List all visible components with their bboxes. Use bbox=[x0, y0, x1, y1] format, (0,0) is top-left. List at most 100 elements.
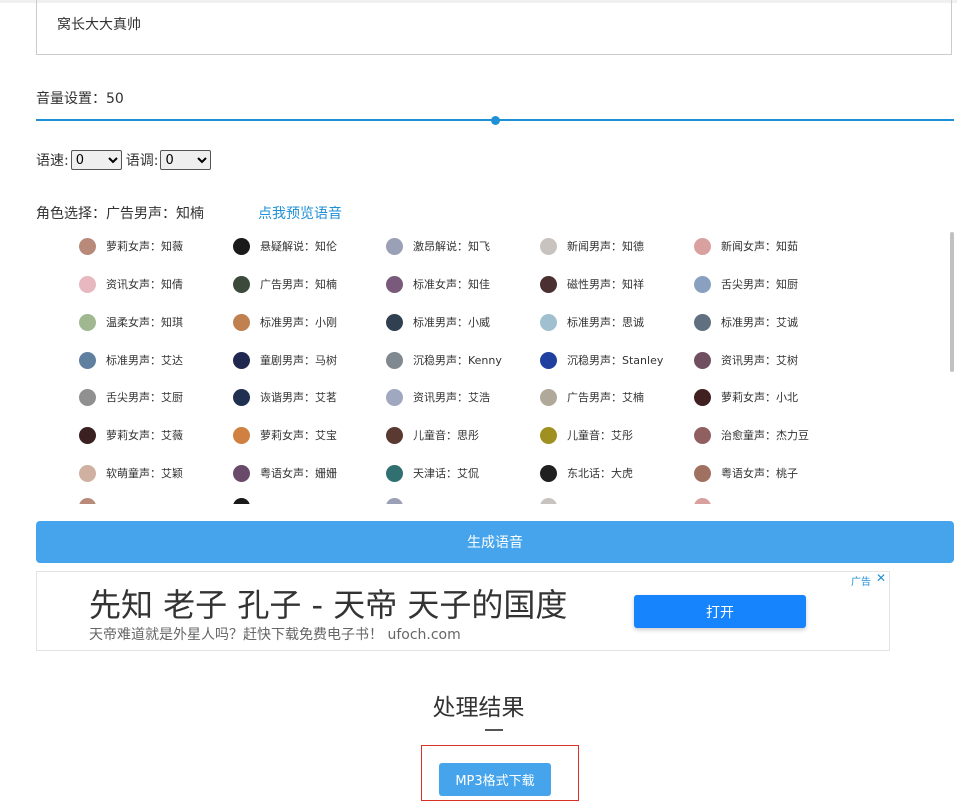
voice-option[interactable]: 沉稳男声：Stanley bbox=[540, 350, 663, 370]
voice-option-label: 激昂解说：知飞 bbox=[413, 240, 490, 253]
voice-option[interactable]: 治愈童声：杰力豆 bbox=[694, 425, 809, 445]
voice-option-label: 温柔女声：知琪 bbox=[106, 316, 183, 329]
voice-option-label: 标准男声：艾达 bbox=[106, 354, 183, 367]
voice-avatar bbox=[386, 313, 403, 331]
voice-option-label: 粤语女声：桃子 bbox=[721, 467, 798, 480]
voice-option[interactable]: 软萌童声：艾颖 bbox=[79, 463, 183, 483]
voice-avatar bbox=[386, 351, 403, 369]
voice-avatar bbox=[386, 388, 403, 406]
voice-option-label: 粤语女声：姗姗 bbox=[260, 467, 337, 480]
voice-avatar bbox=[233, 313, 250, 331]
voice-avatar bbox=[386, 275, 403, 293]
role-current: 广告男声：知楠 bbox=[106, 206, 204, 222]
voice-avatar bbox=[79, 351, 96, 369]
voice-option[interactable]: 儿童音：思彤 bbox=[386, 425, 479, 445]
mp3-download-button[interactable]: MP3格式下载 bbox=[439, 763, 551, 796]
voice-option[interactable]: 天津话：艾侃 bbox=[386, 463, 479, 483]
voice-option[interactable]: 沉稳男声：Kenny bbox=[386, 350, 502, 370]
voice-option[interactable]: 悬疑解说：知伦 bbox=[233, 236, 337, 256]
voice-avatar bbox=[233, 275, 250, 293]
voice-option-label: 资讯男声：艾浩 bbox=[413, 391, 490, 404]
voice-option-label: 东北话：大虎 bbox=[567, 467, 633, 480]
voice-option[interactable]: 标准男声：思诚 bbox=[540, 312, 644, 332]
voice-avatar bbox=[79, 237, 96, 255]
voice-option-label: 萝莉女声：艾宝 bbox=[260, 429, 337, 442]
voice-option[interactable]: 激昂解说：知飞 bbox=[386, 236, 490, 256]
voice-avatar bbox=[694, 498, 711, 504]
ad-close-icon[interactable]: ✕ bbox=[876, 571, 886, 585]
voice-option[interactable]: 萝莉女声：艾宝 bbox=[233, 425, 337, 445]
voice-option[interactable]: 资讯男声：艾浩 bbox=[386, 387, 490, 407]
text-input[interactable]: 窝长大大真帅 bbox=[36, 0, 952, 55]
voice-option-label: 沉稳男声：Kenny bbox=[413, 354, 502, 367]
voice-option-label: 诙谐男声：艾茗 bbox=[260, 391, 337, 404]
voice-avatar bbox=[694, 351, 711, 369]
voice-list[interactable]: 萝莉女声：知薇 悬疑解说：知伦 激昂解说：知飞 新闻男声：知德 新闻女声：知茹资讯女声：… bbox=[36, 230, 954, 504]
voice-option[interactable]: 新闻女声：知茹 bbox=[694, 236, 798, 256]
voice-option[interactable]: 诙谐男声：艾茗 bbox=[233, 387, 337, 407]
ad-open-button[interactable]: 打开 bbox=[634, 595, 806, 628]
voice-option[interactable]: 标准男声：小刚 bbox=[233, 312, 337, 332]
voice-list-scrollbar[interactable] bbox=[950, 232, 954, 372]
voice-option[interactable]: 舌尖男声：艾厨 bbox=[79, 387, 183, 407]
speed-select[interactable]: 0 bbox=[70, 150, 122, 170]
voice-option-label: 软萌童声：艾颖 bbox=[106, 467, 183, 480]
voice-option[interactable]: 广告男声：艾楠 bbox=[540, 387, 644, 407]
volume-slider-thumb[interactable] bbox=[491, 116, 500, 125]
voice-option[interactable]: 磁性男声：知祥 bbox=[540, 274, 644, 294]
voice-avatar bbox=[79, 498, 96, 504]
ad-subtitle[interactable]: 天帝难道就是外星人吗？赶快下载免费电子书！ ufoch.com bbox=[89, 624, 461, 644]
voice-option-label: 萝莉女声：知薇 bbox=[106, 240, 183, 253]
voice-option-label: 沉稳男声：Stanley bbox=[567, 354, 664, 367]
voice-option[interactable]: 萝莉女声：知薇 bbox=[79, 236, 183, 256]
voice-avatar bbox=[233, 498, 250, 504]
voice-option-label: 标准男声：艾诚 bbox=[721, 316, 798, 329]
role-row: 角色选择：广告男声：知楠 点我预览语音 bbox=[36, 203, 342, 223]
voice-option-label: 萝莉女声：小北 bbox=[721, 391, 798, 404]
voice-option[interactable]: 萝莉女声：艾薇 bbox=[79, 425, 183, 445]
speed-label: 语速: bbox=[36, 153, 69, 169]
voice-option[interactable]: 儿童音：艾彤 bbox=[540, 425, 633, 445]
voice-option[interactable]: 标准男声：艾达 bbox=[79, 350, 183, 370]
generate-voice-button[interactable]: 生成语音 bbox=[36, 521, 954, 563]
preview-voice-link[interactable]: 点我预览语音 bbox=[258, 203, 342, 223]
voice-avatar bbox=[233, 237, 250, 255]
voice-avatar bbox=[694, 426, 711, 444]
voice-option[interactable]: 粤语女声：桃子 bbox=[694, 463, 798, 483]
download-highlight-box: MP3格式下载 bbox=[421, 745, 579, 801]
voice-option[interactable]: 萝莉女声：小北 bbox=[694, 387, 798, 407]
voice-avatar bbox=[79, 275, 96, 293]
voice-avatar bbox=[79, 313, 96, 331]
voice-option[interactable]: 资讯男声：艾树 bbox=[694, 350, 798, 370]
voice-avatar bbox=[79, 388, 96, 406]
pitch-select[interactable]: 0 bbox=[160, 150, 212, 170]
voice-option-label: 悬疑解说：知伦 bbox=[260, 240, 337, 253]
voice-option[interactable]: 标准男声：艾诚 bbox=[694, 312, 798, 332]
voice-option-label: 儿童音：艾彤 bbox=[567, 429, 633, 442]
voice-option-label: 标准男声：小威 bbox=[413, 316, 490, 329]
voice-option-label: 新闻女声：知茹 bbox=[721, 240, 798, 253]
voice-option[interactable]: 温柔女声：知琪 bbox=[79, 312, 183, 332]
ad-banner[interactable]: 先知 老子 孔子 - 天帝 天子的国度 天帝难道就是外星人吗？赶快下载免费电子书… bbox=[36, 571, 890, 651]
voice-option[interactable]: 标准女声：知佳 bbox=[386, 274, 490, 294]
voice-option[interactable]: 东北话：大虎 bbox=[540, 463, 633, 483]
voice-option[interactable]: 童剧男声：马树 bbox=[233, 350, 337, 370]
voice-option-label: 标准女声：知佳 bbox=[413, 278, 490, 291]
voice-option-label: 资讯女声：知倩 bbox=[106, 278, 183, 291]
voice-avatar bbox=[386, 464, 403, 482]
voice-option[interactable]: 标准男声：小威 bbox=[386, 312, 490, 332]
voice-option[interactable]: 资讯女声：知倩 bbox=[79, 274, 183, 294]
ad-title[interactable]: 先知 老子 孔子 - 天帝 天子的国度 bbox=[89, 580, 567, 626]
voice-option[interactable]: 广告男声：知楠 bbox=[233, 274, 337, 294]
voice-avatar bbox=[540, 426, 557, 444]
voice-avatar bbox=[694, 313, 711, 331]
volume-slider[interactable] bbox=[36, 116, 954, 125]
voice-option[interactable]: 舌尖男声：知厨 bbox=[694, 274, 798, 294]
voice-option-label: 天津话：艾侃 bbox=[413, 467, 479, 480]
voice-option-label: 新闻男声：知德 bbox=[567, 240, 644, 253]
volume-label-text: 音量设置： bbox=[36, 91, 106, 107]
result-title: 处理结果 bbox=[432, 695, 525, 721]
voice-option-label: 童剧男声：马树 bbox=[260, 354, 337, 367]
voice-option[interactable]: 粤语女声：姗姗 bbox=[233, 463, 337, 483]
voice-option[interactable]: 新闻男声：知德 bbox=[540, 236, 644, 256]
